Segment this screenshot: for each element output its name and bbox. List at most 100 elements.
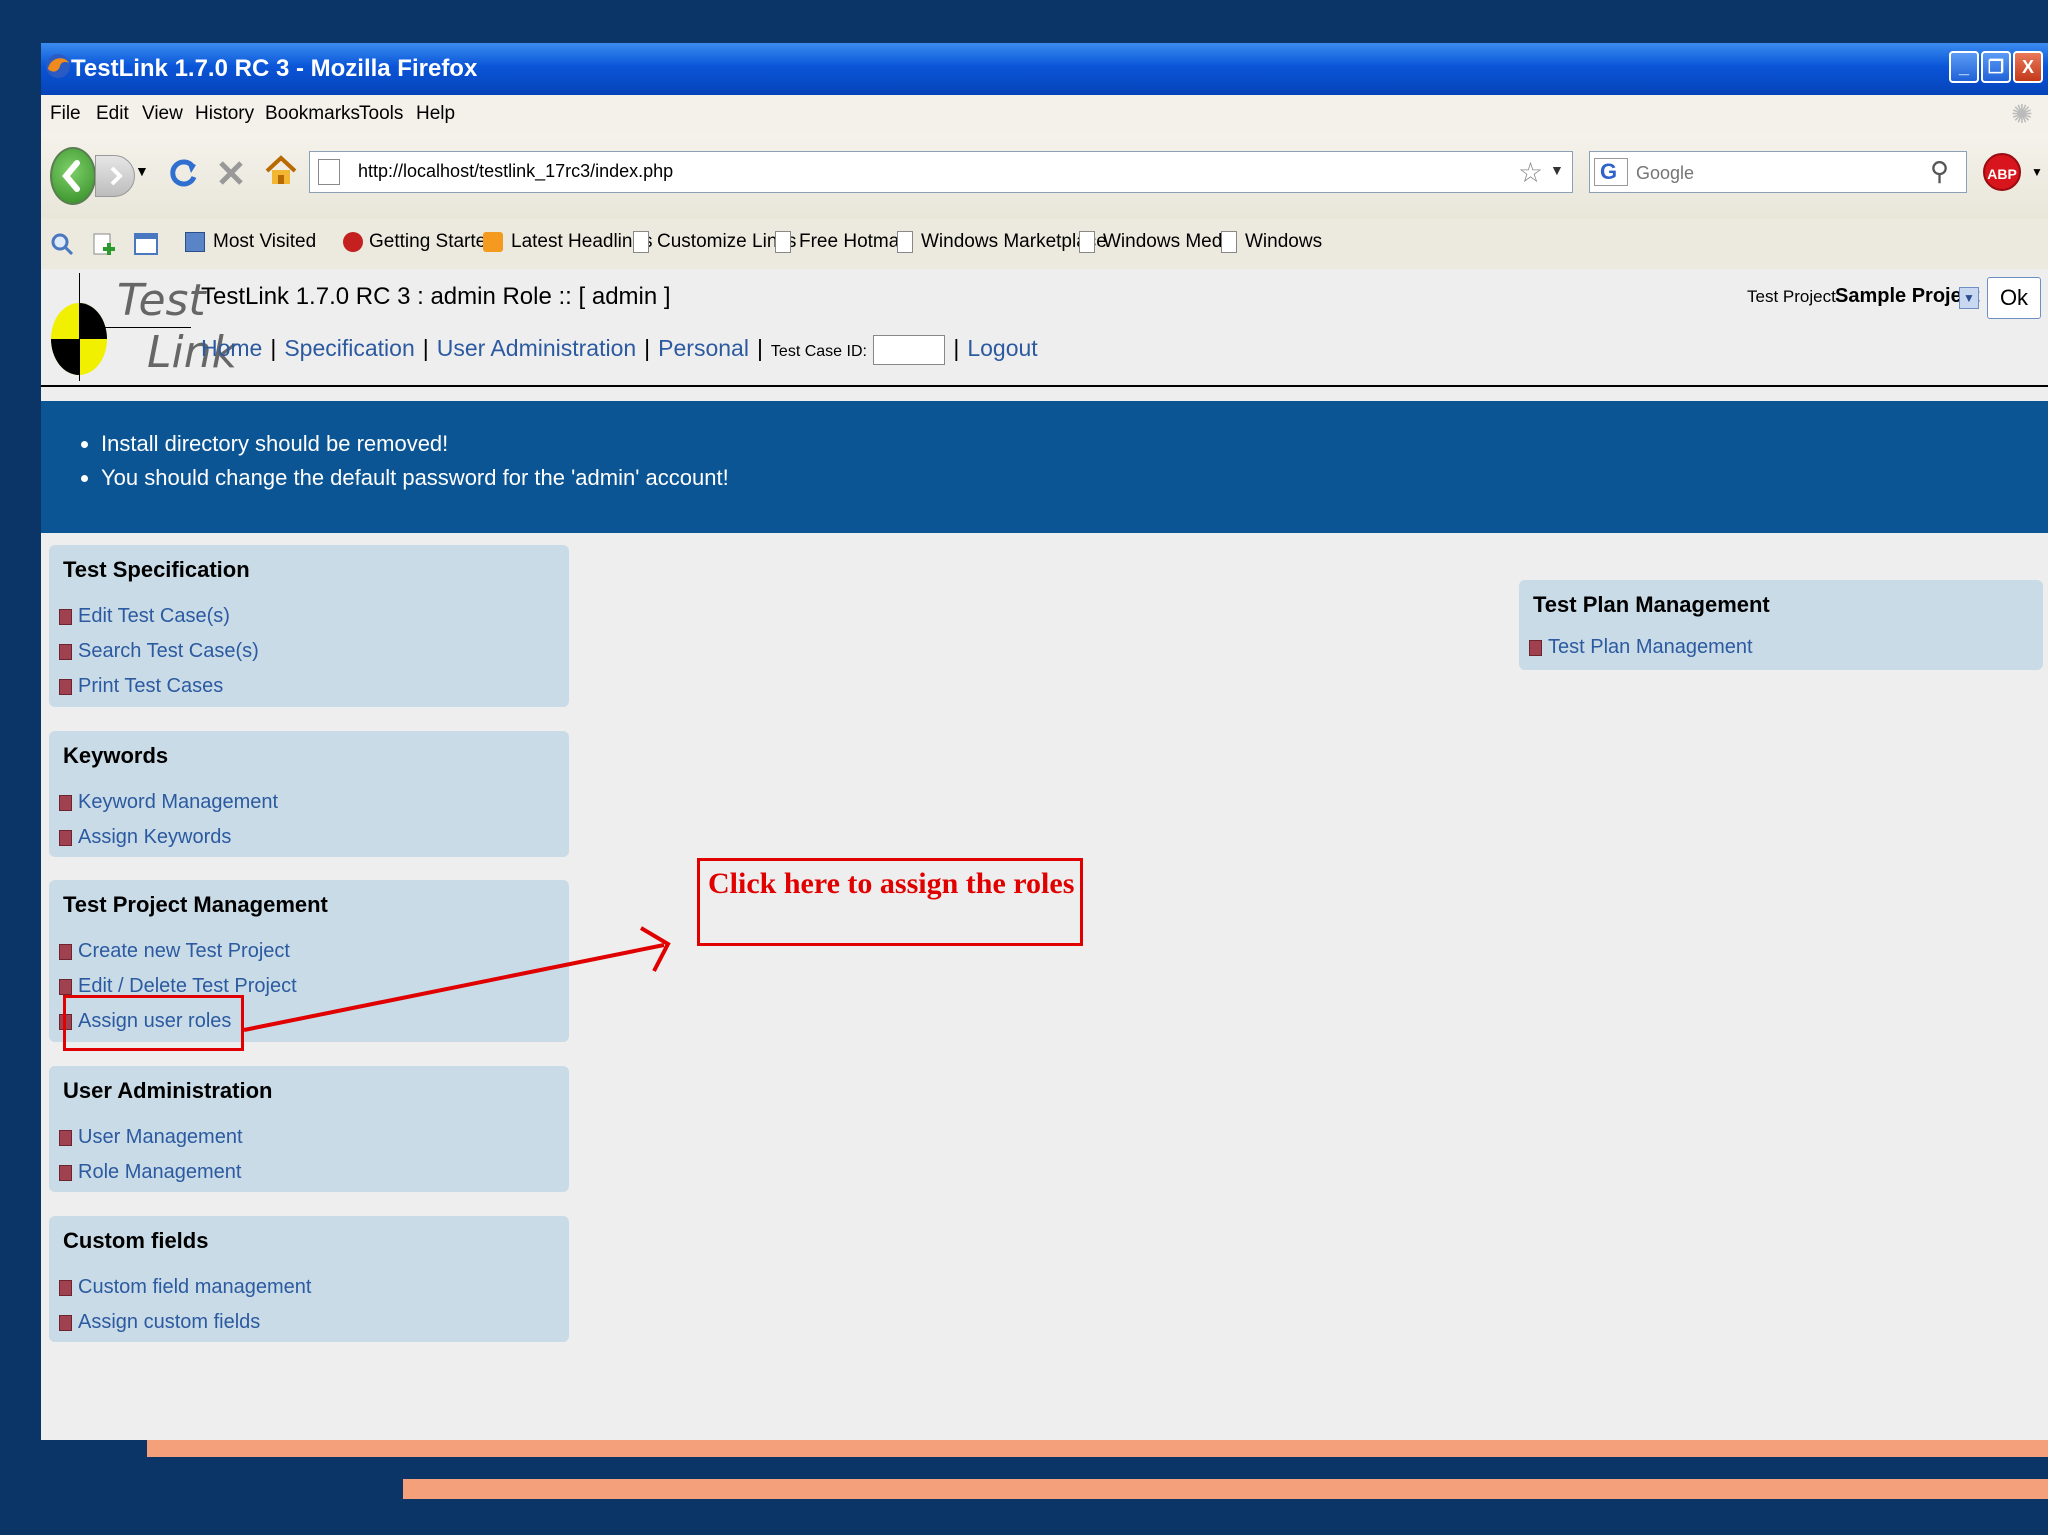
- callout-text: Click here to assign the roles: [708, 867, 1075, 900]
- panel-title: Keywords: [63, 743, 169, 768]
- link-keyword-management[interactable]: Keyword Management: [59, 791, 278, 814]
- menu-help[interactable]: Help: [416, 103, 455, 125]
- menu-edit[interactable]: Edit: [96, 103, 129, 125]
- page-icon: [318, 159, 340, 185]
- firefox-icon: [46, 54, 70, 78]
- link-custom-field-management[interactable]: Custom field management: [59, 1276, 311, 1299]
- panel-user-administration: User Administration User Management Role…: [49, 1066, 569, 1192]
- bookmark-star-icon[interactable]: ☆: [1518, 156, 1543, 189]
- history-dropdown-icon[interactable]: ▼: [135, 163, 149, 179]
- link-role-management[interactable]: Role Management: [59, 1161, 241, 1184]
- google-engine-icon[interactable]: G: [1594, 158, 1628, 186]
- most-visited-icon: [185, 231, 205, 252]
- home-icon[interactable]: [263, 153, 299, 189]
- browser-window: TestLink 1.7.0 RC 3 - Mozilla Firefox _ …: [41, 43, 2048, 1440]
- link-search-test-cases[interactable]: Search Test Case(s): [59, 640, 259, 663]
- bullet-icon: [59, 794, 72, 811]
- stop-icon[interactable]: [215, 157, 247, 189]
- page-icon: [1079, 231, 1095, 253]
- nav-personal[interactable]: Personal: [658, 335, 749, 361]
- search-bar[interactable]: G ⚲: [1589, 151, 1967, 193]
- bookmark-windows[interactable]: Windows: [1221, 231, 1322, 253]
- menu-view[interactable]: View: [142, 103, 183, 125]
- slide-stripe-bottom: [403, 1479, 2048, 1499]
- panel-title: Test Project Management: [63, 892, 328, 917]
- nav-home[interactable]: Home: [201, 335, 262, 361]
- back-button[interactable]: [50, 147, 96, 205]
- adblock-dropdown-icon[interactable]: ▼: [2031, 165, 2043, 179]
- test-case-id-input[interactable]: [873, 335, 946, 365]
- link-user-management[interactable]: User Management: [59, 1126, 243, 1149]
- link-assign-custom-fields[interactable]: Assign custom fields: [59, 1311, 260, 1334]
- navigation-toolbar: ▼ http://localhost/testlink_17rc3/index.…: [41, 133, 2048, 219]
- bookmark-most-visited[interactable]: Most Visited: [185, 231, 316, 253]
- menu-file[interactable]: File: [50, 103, 81, 125]
- rss-icon: [483, 231, 503, 252]
- bookmark-free-hotmail[interactable]: Free Hotmail: [775, 231, 908, 253]
- close-button[interactable]: X: [2013, 51, 2043, 83]
- logo-text-test: Test: [117, 275, 206, 326]
- panel-title: Custom fields: [63, 1228, 209, 1253]
- ok-button[interactable]: Ok: [1987, 277, 2041, 319]
- bookmark-windows-media[interactable]: Windows Media: [1079, 231, 1237, 253]
- adblock-plus-icon[interactable]: ABP: [1983, 153, 2021, 191]
- page-icon: [1221, 231, 1237, 253]
- bullet-icon: [59, 1314, 72, 1331]
- panel-title: Test Plan Management: [1533, 592, 1770, 617]
- warning-banner: Install directory should be removed! You…: [41, 401, 2048, 533]
- bookmarks-toolbar: Most Visited Getting Started Latest Head…: [41, 219, 2048, 269]
- bookmark-customize-links[interactable]: Customize Links: [633, 231, 796, 253]
- reload-icon[interactable]: [165, 155, 201, 191]
- panel-title: Test Specification: [63, 557, 250, 582]
- panel-test-plan-management: Test Plan Management Test Plan Managemen…: [1519, 580, 2043, 670]
- link-create-test-project[interactable]: Create new Test Project: [59, 940, 290, 963]
- search-magnifier-icon[interactable]: ⚲: [1930, 156, 1949, 187]
- test-case-id-label: Test Case ID:: [770, 343, 867, 361]
- menu-bookmarks[interactable]: Bookmarks: [265, 103, 360, 125]
- add-bookmark-icon[interactable]: [91, 231, 117, 257]
- testlink-logo[interactable]: Test Link: [51, 273, 237, 381]
- menu-tools[interactable]: Tools: [359, 103, 403, 125]
- magnifier-icon[interactable]: [49, 231, 75, 257]
- menu-history[interactable]: History: [195, 103, 254, 125]
- chevron-down-icon[interactable]: ▼: [1959, 287, 1979, 309]
- url-dropdown-icon[interactable]: ▼: [1550, 162, 1564, 178]
- link-print-test-cases[interactable]: Print Test Cases: [59, 675, 223, 698]
- bookmark-latest-headlines[interactable]: Latest Headlines: [483, 231, 653, 253]
- bullet-icon: [1529, 639, 1542, 656]
- test-project-select[interactable]: Sample Project: [1835, 285, 1980, 308]
- page-icon: [897, 231, 913, 253]
- test-project-label: Test Project: [1747, 287, 1836, 306]
- title-bar: TestLink 1.7.0 RC 3 - Mozilla Firefox _ …: [41, 43, 2048, 95]
- nav-specification[interactable]: Specification: [284, 335, 414, 361]
- url-bar[interactable]: http://localhost/testlink_17rc3/index.ph…: [309, 151, 1573, 193]
- warning-item: You should change the default password f…: [101, 465, 729, 491]
- testlink-header: Test Link TestLink 1.7.0 RC 3 : admin Ro…: [41, 269, 2048, 387]
- calendar-icon[interactable]: [133, 231, 159, 257]
- link-test-plan-management[interactable]: Test Plan Management: [1529, 636, 1753, 659]
- maximize-button[interactable]: ❐: [1981, 51, 2011, 83]
- bullet-icon: [59, 978, 72, 995]
- minimize-button[interactable]: _: [1949, 51, 1979, 83]
- window-title: TestLink 1.7.0 RC 3 - Mozilla Firefox: [71, 55, 478, 82]
- page-icon: [775, 231, 791, 253]
- nav-logout[interactable]: Logout: [967, 335, 1037, 361]
- warning-item: Install directory should be removed!: [101, 431, 729, 457]
- getting-started-icon: [343, 231, 363, 252]
- page-title: TestLink 1.7.0 RC 3 : admin Role :: [ ad…: [201, 283, 671, 310]
- bullet-icon: [59, 1129, 72, 1146]
- bullet-icon: [59, 608, 72, 625]
- link-assign-keywords[interactable]: Assign Keywords: [59, 826, 231, 849]
- bullet-icon: [59, 829, 72, 846]
- search-input[interactable]: [1634, 158, 1918, 188]
- bullet-icon: [59, 643, 72, 660]
- forward-button[interactable]: [95, 155, 135, 197]
- menu-bar: File Edit View History Bookmarks Tools H…: [41, 95, 2048, 133]
- panel-test-specification: Test Specification Edit Test Case(s) Sea…: [49, 545, 569, 707]
- page-icon: [633, 231, 649, 253]
- bookmark-getting-started[interactable]: Getting Started: [343, 231, 497, 253]
- bookmark-windows-marketplace[interactable]: Windows Marketplace: [897, 231, 1107, 253]
- nav-user-administration[interactable]: User Administration: [437, 335, 636, 361]
- panel-title: User Administration: [63, 1078, 273, 1103]
- link-edit-test-cases[interactable]: Edit Test Case(s): [59, 605, 230, 628]
